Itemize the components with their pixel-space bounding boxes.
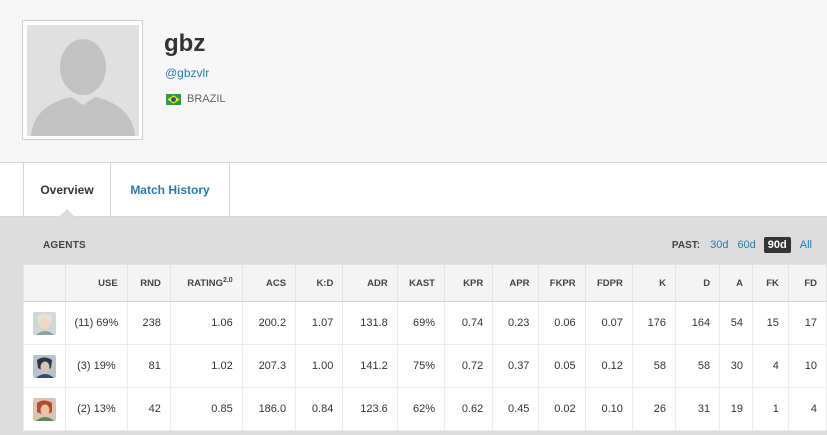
- agent-cell: [22, 301, 67, 345]
- cell-rating: 1.06: [169, 301, 243, 345]
- period-filter: PAST: 30d 60d 90d All: [672, 237, 812, 253]
- header-rating-label: RATING: [187, 278, 223, 290]
- cell-k: 26: [631, 387, 677, 431]
- cell-fdpr: 0.12: [584, 344, 633, 388]
- header-fk[interactable]: FK: [751, 264, 789, 302]
- cell-rating: 0.85: [169, 387, 243, 431]
- header-a[interactable]: A: [719, 264, 753, 302]
- table-row: (2) 13% 42 0.85 186.0 0.84 123.6 62% 0.6…: [22, 387, 827, 431]
- cell-adr: 123.6: [342, 387, 398, 431]
- period-all-link[interactable]: All: [800, 239, 812, 251]
- profile-header: gbz @gbzvlr BRAZIL: [0, 0, 827, 163]
- cell-d: 164: [674, 301, 721, 345]
- header-rating[interactable]: RATING2.0: [169, 264, 243, 302]
- cell-kast: 69%: [396, 301, 445, 345]
- cell-fk: 15: [751, 301, 789, 345]
- cell-kd: 0.84: [295, 387, 344, 431]
- header-acs[interactable]: ACS: [241, 264, 297, 302]
- cell-use: (11) 69%: [65, 301, 128, 345]
- cell-rnd: 42: [126, 387, 171, 431]
- agents-section-title: AGENTS: [43, 240, 86, 251]
- cell-apr: 0.45: [492, 387, 540, 431]
- header-fkpr[interactable]: FKPR: [538, 264, 586, 302]
- cell-fd: 17: [787, 301, 827, 345]
- period-filter-label: PAST:: [671, 239, 701, 251]
- table-row: (11) 69% 238 1.06 200.2 1.07 131.8 69% 0…: [22, 301, 827, 345]
- player-handle-link[interactable]: @gbzvlr: [165, 66, 209, 80]
- cell-acs: 207.3: [241, 344, 297, 388]
- cell-fkpr: 0.02: [538, 387, 586, 431]
- cell-kast: 75%: [396, 344, 445, 388]
- cell-rating: 1.02: [169, 344, 243, 388]
- player-name: gbz: [164, 30, 206, 57]
- cell-k: 176: [631, 301, 677, 345]
- player-country: BRAZIL: [166, 93, 226, 105]
- cell-fd: 10: [787, 344, 827, 388]
- default-avatar-icon: [27, 25, 139, 136]
- cell-kpr: 0.62: [443, 387, 494, 431]
- cell-fk: 1: [751, 387, 789, 431]
- cell-acs: 186.0: [241, 387, 297, 431]
- cell-a: 30: [719, 344, 753, 388]
- header-agent: [22, 264, 67, 302]
- agent-cell: [22, 387, 67, 431]
- cell-a: 19: [719, 387, 753, 431]
- brazil-flag-icon: [166, 93, 181, 105]
- cell-kd: 1.00: [295, 344, 344, 388]
- cell-apr: 0.37: [492, 344, 540, 388]
- period-30d-link[interactable]: 30d: [710, 239, 728, 251]
- header-kast[interactable]: KAST: [396, 264, 445, 302]
- header-adr[interactable]: ADR: [342, 264, 398, 302]
- table-row: (3) 19% 81 1.02 207.3 1.00 141.2 75% 0.7…: [22, 344, 827, 388]
- profile-tabs: Overview Match History: [0, 163, 827, 217]
- cell-fk: 4: [751, 344, 789, 388]
- cell-d: 31: [674, 387, 721, 431]
- agent-portrait-icon: [33, 397, 57, 421]
- header-rating-version: 2.0: [222, 276, 233, 284]
- cell-acs: 200.2: [241, 301, 297, 345]
- header-rnd[interactable]: RND: [126, 264, 171, 302]
- agents-stats-table: USE RND RATING2.0 ACS K:D ADR KAST KPR A…: [22, 264, 827, 431]
- cell-fdpr: 0.07: [584, 301, 633, 345]
- header-use[interactable]: USE: [65, 264, 128, 302]
- country-label: BRAZIL: [187, 93, 226, 105]
- cell-kast: 62%: [396, 387, 445, 431]
- cell-fdpr: 0.10: [584, 387, 633, 431]
- header-fdpr[interactable]: FDPR: [584, 264, 633, 302]
- cell-adr: 131.8: [342, 301, 398, 345]
- table-header-row: USE RND RATING2.0 ACS K:D ADR KAST KPR A…: [22, 264, 827, 302]
- header-kpr[interactable]: KPR: [443, 264, 494, 302]
- header-kd[interactable]: K:D: [295, 264, 344, 302]
- cell-a: 54: [719, 301, 753, 345]
- agent-portrait-icon: [33, 354, 57, 378]
- active-tab-pointer-icon: [59, 209, 75, 217]
- agent-cell: [22, 344, 67, 388]
- header-d[interactable]: D: [674, 264, 721, 302]
- cell-apr: 0.23: [492, 301, 540, 345]
- avatar: [22, 20, 143, 140]
- header-k[interactable]: K: [631, 264, 677, 302]
- cell-rnd: 238: [126, 301, 171, 345]
- cell-adr: 141.2: [342, 344, 398, 388]
- header-apr[interactable]: APR: [492, 264, 540, 302]
- cell-use: (2) 13%: [65, 387, 128, 431]
- cell-k: 58: [631, 344, 677, 388]
- cell-kpr: 0.72: [443, 344, 494, 388]
- period-60d-link[interactable]: 60d: [737, 239, 755, 251]
- period-90d-link[interactable]: 90d: [763, 237, 791, 253]
- cell-fd: 4: [787, 387, 827, 431]
- cell-kpr: 0.74: [443, 301, 494, 345]
- cell-use: (3) 19%: [65, 344, 128, 388]
- tab-match-history[interactable]: Match History: [111, 163, 230, 217]
- cell-rnd: 81: [126, 344, 171, 388]
- cell-fkpr: 0.06: [538, 301, 586, 345]
- agent-portrait-icon: [33, 311, 57, 335]
- cell-fkpr: 0.05: [538, 344, 586, 388]
- cell-kd: 1.07: [295, 301, 344, 345]
- header-fd[interactable]: FD: [787, 264, 827, 302]
- cell-d: 58: [674, 344, 721, 388]
